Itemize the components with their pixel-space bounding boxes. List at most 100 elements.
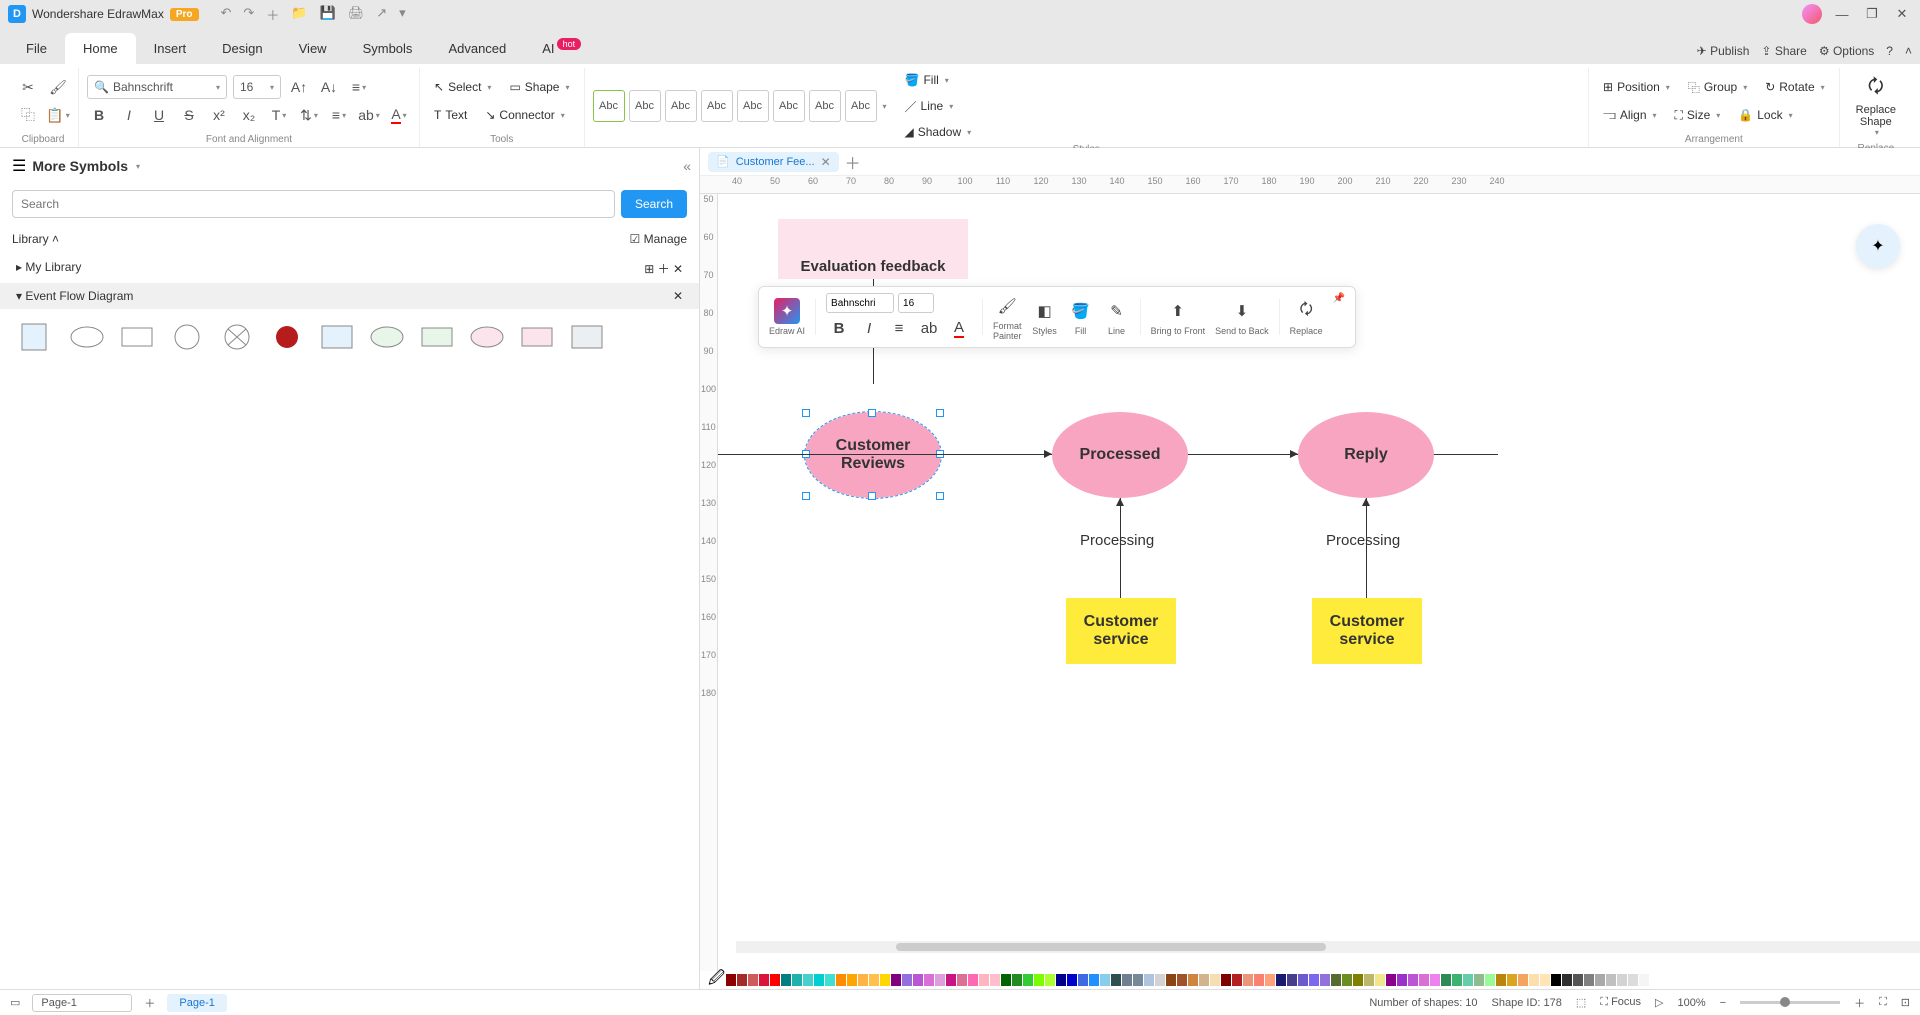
color-swatch[interactable]	[1155, 974, 1165, 986]
color-swatch[interactable]	[1485, 974, 1495, 986]
connector-button[interactable]: ↘ Connector▾	[479, 103, 570, 127]
maximize-icon[interactable]: ❐	[1862, 6, 1882, 22]
copy-icon[interactable]: ⿻	[16, 103, 40, 127]
color-swatch[interactable]	[1199, 974, 1209, 986]
style-thumb[interactable]: Abc	[737, 90, 769, 122]
font-name-input[interactable]: 🔍 Bahnschrift▾	[87, 75, 227, 99]
rect-customer-service[interactable]: Customer service	[1312, 598, 1422, 664]
fit-icon[interactable]: ⛶	[1879, 996, 1887, 1009]
color-swatch[interactable]	[1210, 974, 1220, 986]
color-swatch[interactable]	[1122, 974, 1132, 986]
minimize-icon[interactable]: —	[1832, 7, 1852, 22]
oval-reply[interactable]: Reply	[1298, 412, 1434, 498]
color-swatch[interactable]	[737, 974, 747, 986]
color-swatch[interactable]	[1364, 974, 1374, 986]
manage-button[interactable]: ☑ Manage	[630, 232, 687, 246]
color-swatch[interactable]	[1188, 974, 1198, 986]
color-swatch[interactable]	[1441, 974, 1451, 986]
tab-file[interactable]: File	[8, 33, 65, 64]
color-swatch[interactable]	[1111, 974, 1121, 986]
open-icon[interactable]: 📁	[291, 5, 307, 24]
page-tab[interactable]: Page-1	[167, 994, 226, 1012]
ctx-strike-icon[interactable]: ab	[916, 315, 942, 341]
color-swatch[interactable]	[1529, 974, 1539, 986]
ctx-font-size[interactable]	[898, 293, 934, 313]
quick-more-icon[interactable]: ▾	[399, 5, 406, 24]
color-swatch[interactable]	[858, 974, 868, 986]
print-icon[interactable]: 🖨	[348, 5, 365, 24]
collapse-ribbon-icon[interactable]: ˄	[1905, 44, 1912, 58]
color-swatch[interactable]	[1650, 974, 1660, 986]
color-swatch[interactable]	[1540, 974, 1550, 986]
ctx-align-icon[interactable]: ≡	[886, 315, 912, 341]
note-shape[interactable]: Evaluation feedback	[778, 219, 968, 279]
font-color-icon[interactable]: A▾	[387, 103, 411, 127]
color-swatch[interactable]	[1551, 974, 1561, 986]
shape-green-rect[interactable]	[416, 319, 458, 355]
shape-red-circle[interactable]	[266, 319, 308, 355]
color-swatch[interactable]	[1056, 974, 1066, 986]
text-style-icon[interactable]: T▾	[267, 103, 291, 127]
new-tab-icon[interactable]: ＋	[845, 150, 861, 174]
ctx-bold-icon[interactable]: B	[826, 315, 852, 341]
color-swatch[interactable]	[1617, 974, 1627, 986]
color-swatch[interactable]	[924, 974, 934, 986]
group-button[interactable]: ⿻ Group▾	[1682, 75, 1753, 99]
style-thumb[interactable]: Abc	[593, 90, 625, 122]
color-swatch[interactable]	[1518, 974, 1528, 986]
section-close-icon[interactable]: ✕	[673, 289, 683, 303]
undo-icon[interactable]: ↶	[221, 5, 232, 24]
color-swatch[interactable]	[1584, 974, 1594, 986]
color-swatch[interactable]	[1430, 974, 1440, 986]
shape-grey-rect[interactable]	[566, 319, 608, 355]
color-swatch[interactable]	[1397, 974, 1407, 986]
color-swatch[interactable]	[847, 974, 857, 986]
color-swatch[interactable]	[1232, 974, 1242, 986]
color-swatch[interactable]	[1309, 974, 1319, 986]
shape-ellipse[interactable]	[66, 319, 108, 355]
oval-customer-reviews[interactable]: Customer Reviews	[805, 412, 941, 498]
color-swatch[interactable]	[957, 974, 967, 986]
size-button[interactable]: ⛶ Size▾	[1669, 103, 1727, 127]
color-swatch[interactable]	[880, 974, 890, 986]
processing-label[interactable]: Processing	[1326, 532, 1400, 549]
processing-label[interactable]: Processing	[1080, 532, 1154, 549]
color-swatch[interactable]	[979, 974, 989, 986]
color-swatch[interactable]	[781, 974, 791, 986]
style-thumb[interactable]: Abc	[629, 90, 661, 122]
options-button[interactable]: ⚙ Options	[1819, 44, 1874, 58]
subscript-icon[interactable]: x₂	[237, 103, 261, 127]
shape-pink-rect[interactable]	[516, 319, 558, 355]
layers-icon[interactable]: ⬚	[1576, 996, 1586, 1009]
sidebar-menu-icon[interactable]: ☰	[12, 156, 26, 176]
shape-circle[interactable]	[166, 319, 208, 355]
shape-blue-rect[interactable]	[316, 319, 358, 355]
library-header[interactable]: Library ˄	[12, 232, 59, 246]
color-swatch[interactable]	[1595, 974, 1605, 986]
color-swatch[interactable]	[759, 974, 769, 986]
bold-icon[interactable]: B	[87, 103, 111, 127]
collapse-sidebar-icon[interactable]: «	[683, 158, 691, 174]
close-icon[interactable]: ✕	[1892, 6, 1912, 22]
color-swatch[interactable]	[1034, 974, 1044, 986]
document-tab[interactable]: 📄 Customer Fee... ✕	[708, 152, 839, 172]
focus-button[interactable]: ⛶ Focus	[1600, 996, 1641, 1009]
decrease-font-icon[interactable]: A↓	[317, 75, 341, 99]
style-thumb[interactable]: Abc	[665, 90, 697, 122]
scrollbar-horizontal[interactable]	[736, 941, 1920, 953]
color-swatch[interactable]	[814, 974, 824, 986]
color-swatch[interactable]	[825, 974, 835, 986]
tab-view[interactable]: View	[281, 33, 345, 64]
publish-button[interactable]: ✈ Publish	[1697, 44, 1750, 58]
style-thumb[interactable]: Abc	[809, 90, 841, 122]
color-swatch[interactable]	[891, 974, 901, 986]
ctx-color-icon[interactable]: A	[946, 315, 972, 341]
color-swatch[interactable]	[1243, 974, 1253, 986]
help-icon[interactable]: ?	[1886, 44, 1893, 58]
color-swatch[interactable]	[726, 974, 736, 986]
italic-icon[interactable]: I	[117, 103, 141, 127]
add-page-icon[interactable]: ＋	[144, 995, 155, 1011]
shape-button[interactable]: ▭ Shape▾	[503, 75, 575, 99]
shape-page[interactable]	[16, 319, 58, 355]
rotate-button[interactable]: ↻ Rotate▾	[1759, 75, 1830, 99]
